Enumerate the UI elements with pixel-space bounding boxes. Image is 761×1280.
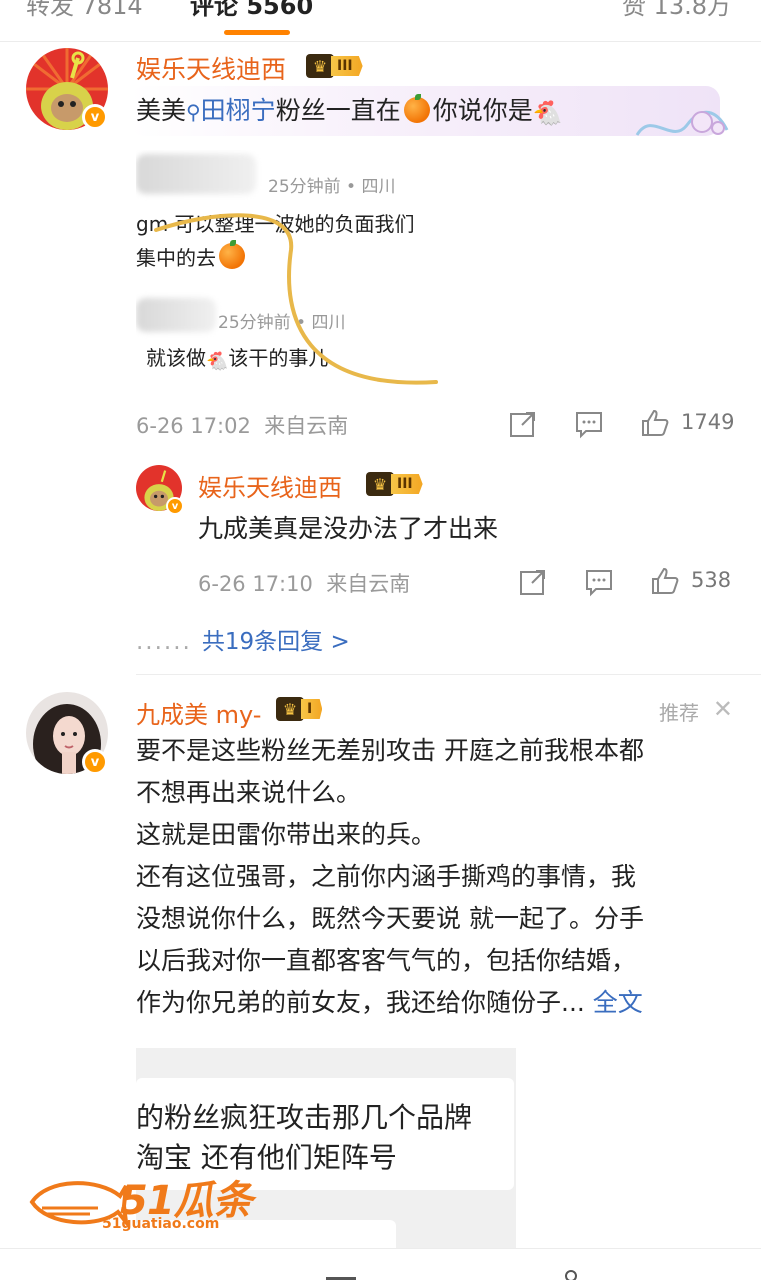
reply-username[interactable]: 娱乐天线迪西 [198,468,342,503]
comment-line: 还有这位强哥，之前你内涵手撕鸡的事情，我 [136,862,637,891]
orange-emoji-icon [403,94,430,123]
comment-line: 以后我对你一直都客客气气的，包括你结婚， [136,946,637,975]
comment-icon[interactable] [574,409,604,439]
topic-link[interactable]: ⚲田栩宁 [186,96,276,125]
comment-text: 美美⚲田栩宁粉丝一直在 你说你是🐔 [136,90,563,134]
crown-icon: ♛ [366,472,394,496]
tab-comments[interactable]: 评论 5560 [190,0,313,21]
comment-time: 6-26 17:02 [136,414,251,438]
full-text-link[interactable]: 全文 [593,988,643,1017]
embed-line: 的粉丝疯狂攻击那几个品牌 [136,1101,473,1134]
more-replies-link[interactable]: ...... 共19条回复 > [136,622,350,656]
fan-level-badge[interactable]: ♛ I [276,697,323,721]
divider [136,674,761,675]
comment-line: 这就是田雷你带出来的兵。 [136,820,437,849]
watermark-url: 51guatiao.com [102,1216,220,1232]
comment-line: 没想说你什么，既然今天要说 就一起了。分手 [136,904,644,933]
tab-bar: 转发 7814 评论 5560 赞 13.8万 [0,0,761,42]
share-icon[interactable] [518,567,548,597]
verified-badge-icon: v [166,497,184,515]
active-tab-indicator [224,30,290,35]
like-icon[interactable] [650,566,680,596]
reply-meta: 6-26 17:10 来自云南 [198,568,410,598]
badge-rank: III [331,56,363,76]
comment-text-part: 美美 [136,96,187,125]
tab-likes[interactable]: 赞 13.8万 [622,0,731,21]
comment-line: 不想再出来说什么。 [136,778,362,807]
verified-badge-icon: v [82,104,108,130]
profile-icon[interactable] [562,1269,580,1280]
comment-username[interactable]: 娱乐天线迪西 [136,50,286,86]
like-icon[interactable] [640,408,670,438]
reply-source: 来自云南 [326,572,411,596]
dots: ...... [136,629,192,655]
comment-icon[interactable] [584,567,614,597]
more-replies-label: 共19条回复 > [201,629,350,655]
verified-badge-icon: v [82,749,108,775]
like-count: 538 [691,568,732,592]
close-icon[interactable]: ✕ [713,697,733,721]
badge-rank: III [391,474,423,494]
highlight-curve [154,213,438,385]
comment-image[interactable]: 25分钟前 • 四川 gm 可以整理一波她的负面我们 集中的去 25分钟前 • … [136,150,454,390]
watermark-logo: 51瓜条 51guatiao.com [28,1168,268,1238]
chicken-emoji-icon: 🐔 [532,99,563,127]
comment-username[interactable]: 九成美 my- [136,695,261,730]
comment-meta: 6-26 17:02 来自云南 [136,410,348,440]
share-icon[interactable] [508,409,538,439]
reply-text: 九成美真是没办法了才出来 [198,514,499,543]
tab-reposts[interactable]: 转发 7814 [26,0,143,21]
comment-body: 要不是这些粉丝无差别攻击 开庭之前我根本都 不想再出来说什么。 这就是田雷你带出… [136,730,736,1024]
topic-name: 田栩宁 [200,96,276,125]
reply-time: 6-26 17:10 [198,572,313,596]
like-count: 1749 [681,410,735,434]
fan-level-badge[interactable]: ♛ III [306,54,363,78]
badge-rank: I [301,699,323,719]
comment-line: 作为你兄弟的前女友，我还给你随份子... 全文 [136,982,736,1024]
recommend-label: 推荐 [659,701,699,725]
fan-level-badge[interactable]: ♛ III [366,472,423,496]
bubble-decoration-icon [635,111,729,136]
crown-icon: ♛ [306,54,334,78]
comment-source: 来自云南 [264,414,349,438]
comment-text-part: 你说你是 [432,96,533,125]
crown-icon: ♛ [276,697,304,721]
menu-icon[interactable] [326,1275,356,1280]
comment-line-text: 作为你兄弟的前女友，我还给你随份子... [136,988,593,1017]
bottom-toolbar [0,1248,761,1280]
comment-line: 要不是这些粉丝无差别攻击 开庭之前我根本都 [136,736,644,765]
search-icon: ⚲ [186,100,201,124]
comment-text-part: 粉丝一直在 [275,96,401,125]
